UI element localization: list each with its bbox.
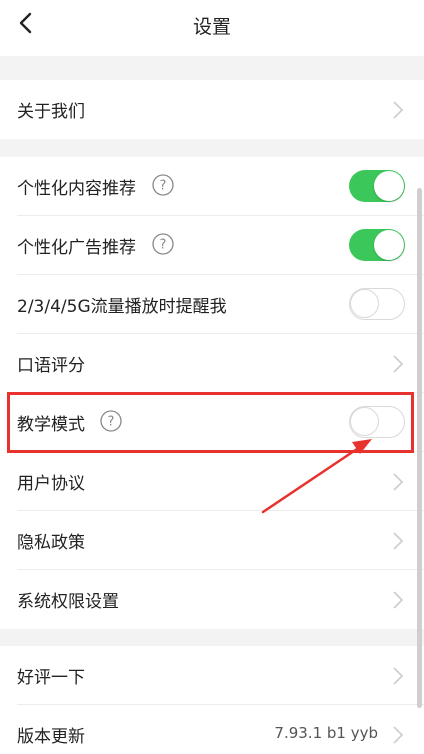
settings-item-label: 用户协议 — [17, 474, 85, 494]
page-title: 设置 — [192, 16, 231, 38]
highlight-box — [7, 392, 414, 453]
settings-item-user-agreement[interactable]: 用户协议 — [17, 452, 424, 511]
settings-item-system-permissions[interactable]: 系统权限设置 — [17, 570, 424, 629]
help-icon[interactable]: ? — [152, 174, 174, 196]
chevron-right-icon — [393, 532, 404, 550]
chevron-right-icon — [393, 667, 404, 685]
settings-item-personalized-ads: 个性化广告推荐 ? — [17, 216, 424, 275]
svg-text:?: ? — [160, 238, 167, 253]
settings-item-label: 隐私政策 — [17, 533, 85, 553]
settings-item-version-update[interactable]: 版本更新 7.93.1 b1 yyb — [17, 705, 424, 754]
chevron-right-icon — [393, 591, 404, 609]
settings-group-about: 关于我们 — [0, 80, 424, 139]
settings-item-label: 个性化广告推荐 — [17, 238, 136, 258]
settings-group-app: 好评一下 版本更新 7.93.1 b1 yyb — [0, 646, 424, 754]
header-bar: 设置 — [0, 0, 424, 56]
section-divider — [0, 56, 424, 80]
settings-item-label: 好评一下 — [17, 668, 85, 688]
personalized-ads-toggle[interactable] — [349, 229, 405, 261]
toggle-knob — [350, 289, 379, 318]
toggle-knob — [374, 171, 404, 201]
data-reminder-toggle[interactable] — [349, 288, 405, 320]
settings-item-label: 个性化内容推荐 — [17, 179, 136, 199]
settings-item-about[interactable]: 关于我们 — [17, 80, 424, 139]
personalized-content-toggle[interactable] — [349, 170, 405, 202]
settings-item-label: 2/3/4/5G流量播放时提醒我 — [17, 297, 227, 317]
chevron-right-icon — [393, 726, 404, 744]
settings-item-label: 口语评分 — [17, 356, 85, 376]
settings-item-label: 版本更新 — [17, 727, 85, 747]
chevron-right-icon — [393, 101, 404, 119]
help-icon[interactable]: ? — [152, 233, 174, 255]
settings-item-label: 系统权限设置 — [17, 592, 119, 612]
section-divider — [0, 139, 424, 157]
svg-text:?: ? — [160, 179, 167, 194]
version-value: 7.93.1 b1 yyb — [274, 724, 378, 742]
settings-item-rate-app[interactable]: 好评一下 — [17, 646, 424, 705]
chevron-right-icon — [393, 473, 404, 491]
settings-item-label: 关于我们 — [17, 102, 85, 122]
settings-item-personalized-content: 个性化内容推荐 ? — [17, 157, 424, 216]
scrollbar[interactable] — [417, 188, 422, 708]
settings-item-data-reminder: 2/3/4/5G流量播放时提醒我 — [17, 275, 424, 334]
toggle-knob — [374, 230, 404, 260]
section-divider — [0, 628, 424, 646]
chevron-right-icon — [393, 355, 404, 373]
settings-item-speaking-score[interactable]: 口语评分 — [17, 334, 424, 393]
settings-item-privacy-policy[interactable]: 隐私政策 — [17, 511, 424, 570]
